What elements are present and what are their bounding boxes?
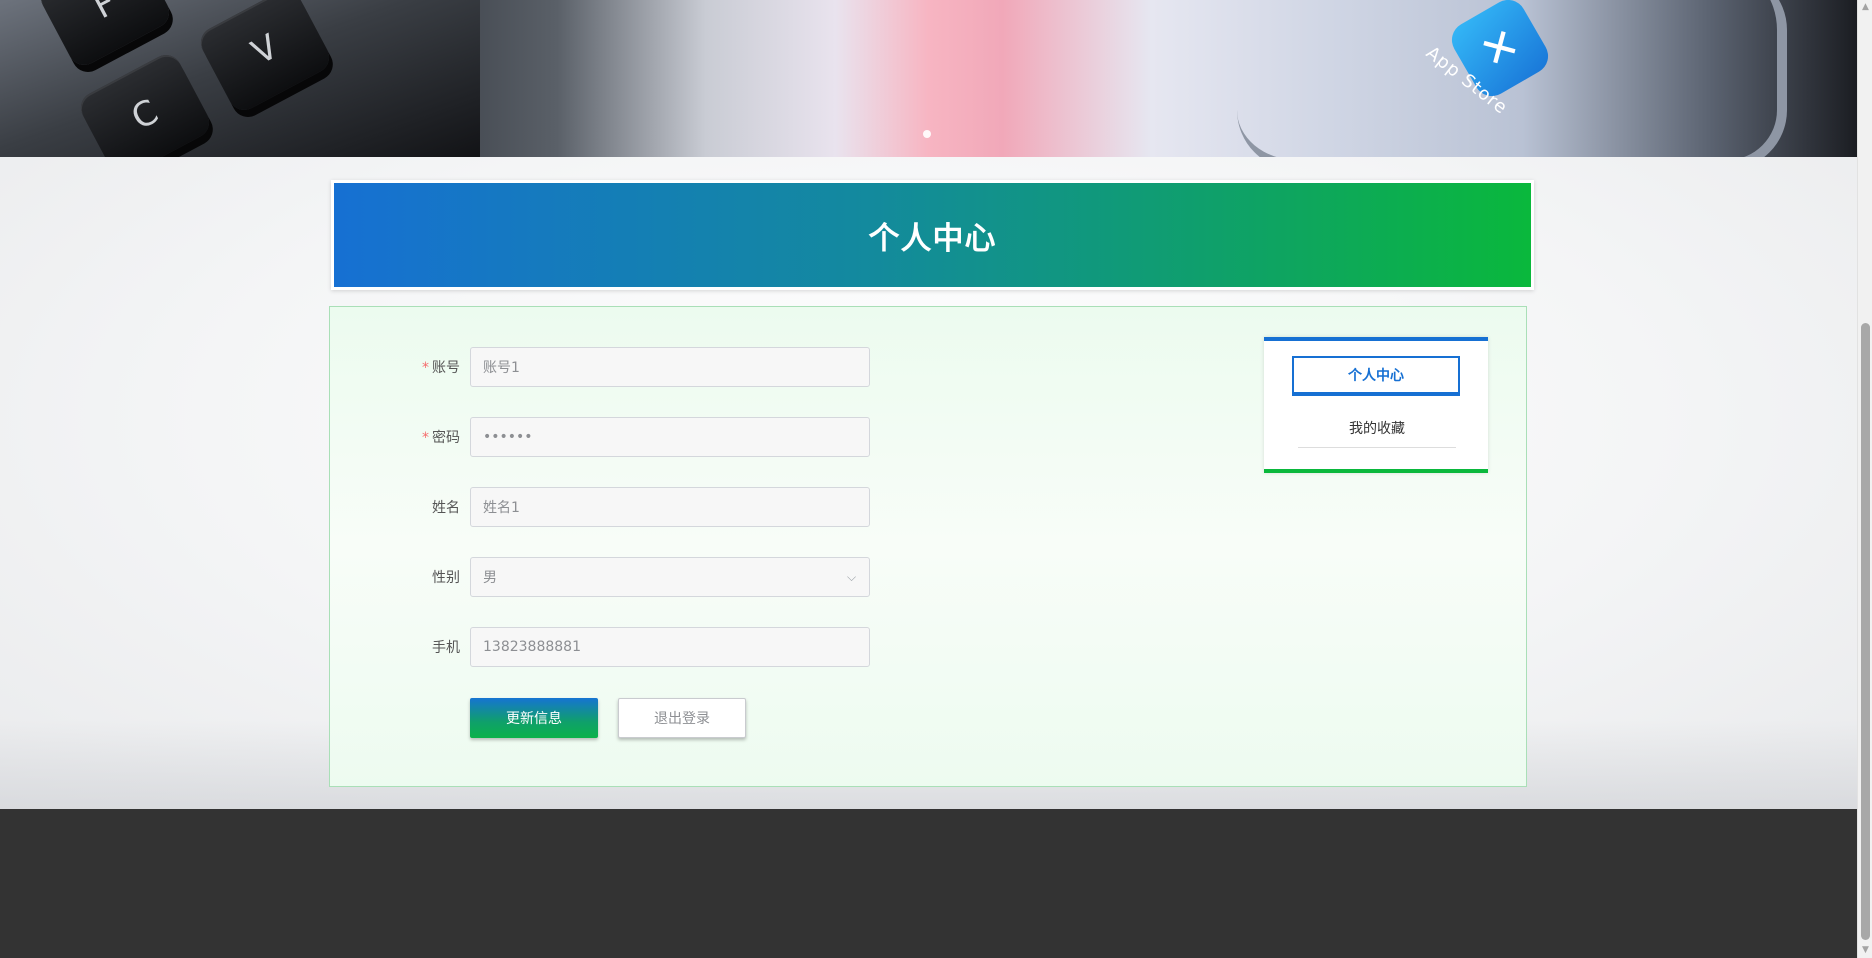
name-label: 姓名 bbox=[432, 500, 460, 516]
menu-item-profile[interactable]: 个人中心 bbox=[1292, 356, 1460, 396]
key-v: V bbox=[195, 0, 335, 116]
logout-button[interactable]: 退出登录 bbox=[618, 698, 746, 738]
required-mark: * bbox=[422, 360, 429, 376]
scroll-down-arrow-icon[interactable]: ▼ bbox=[1858, 943, 1872, 958]
required-mark: * bbox=[422, 430, 429, 446]
password-input[interactable]: •••••• bbox=[470, 417, 870, 457]
profile-panel: * 账号 账号1 * 密码 •••••• 姓名 姓名1 性别 男 ⌵ 手机 1382… bbox=[329, 306, 1527, 787]
chevron-down-icon: ⌵ bbox=[847, 570, 857, 584]
update-info-button[interactable]: 更新信息 bbox=[470, 698, 598, 738]
password-label: * 密码 bbox=[422, 430, 460, 446]
menu-item-favorites[interactable]: 我的收藏 bbox=[1298, 409, 1456, 448]
key-c: C bbox=[75, 49, 215, 157]
form-row-password: * 密码 •••••• bbox=[330, 417, 870, 457]
gender-value: 男 bbox=[483, 570, 497, 586]
scroll-thumb[interactable] bbox=[1861, 323, 1870, 940]
account-label: * 账号 bbox=[422, 360, 460, 376]
carousel-indicator[interactable] bbox=[923, 130, 931, 138]
phone-label: 手机 bbox=[432, 640, 460, 656]
keyboard-image: F V C bbox=[0, 0, 480, 157]
form-row-name: 姓名 姓名1 bbox=[330, 487, 870, 527]
gender-label: 性别 bbox=[432, 570, 460, 586]
hero-banner: F V C ✕ App Store bbox=[0, 0, 1857, 157]
form-row-phone: 手机 13823888881 bbox=[330, 627, 870, 667]
page-title: 个人中心 bbox=[868, 220, 997, 257]
scroll-up-arrow-icon[interactable]: ▲ bbox=[1858, 0, 1872, 15]
footer bbox=[0, 809, 1857, 958]
vertical-scrollbar[interactable]: ▲ ▼ bbox=[1857, 0, 1872, 958]
page-title-bar: 个人中心 bbox=[331, 180, 1534, 290]
account-input[interactable]: 账号1 bbox=[470, 347, 870, 387]
phone-input[interactable]: 13823888881 bbox=[470, 627, 870, 667]
name-input[interactable]: 姓名1 bbox=[470, 487, 870, 527]
side-menu: 个人中心 我的收藏 bbox=[1264, 337, 1488, 473]
gender-select[interactable]: 男 ⌵ bbox=[470, 557, 870, 597]
form-row-account: * 账号 账号1 bbox=[330, 347, 870, 387]
form-row-gender: 性别 男 ⌵ bbox=[330, 557, 870, 597]
